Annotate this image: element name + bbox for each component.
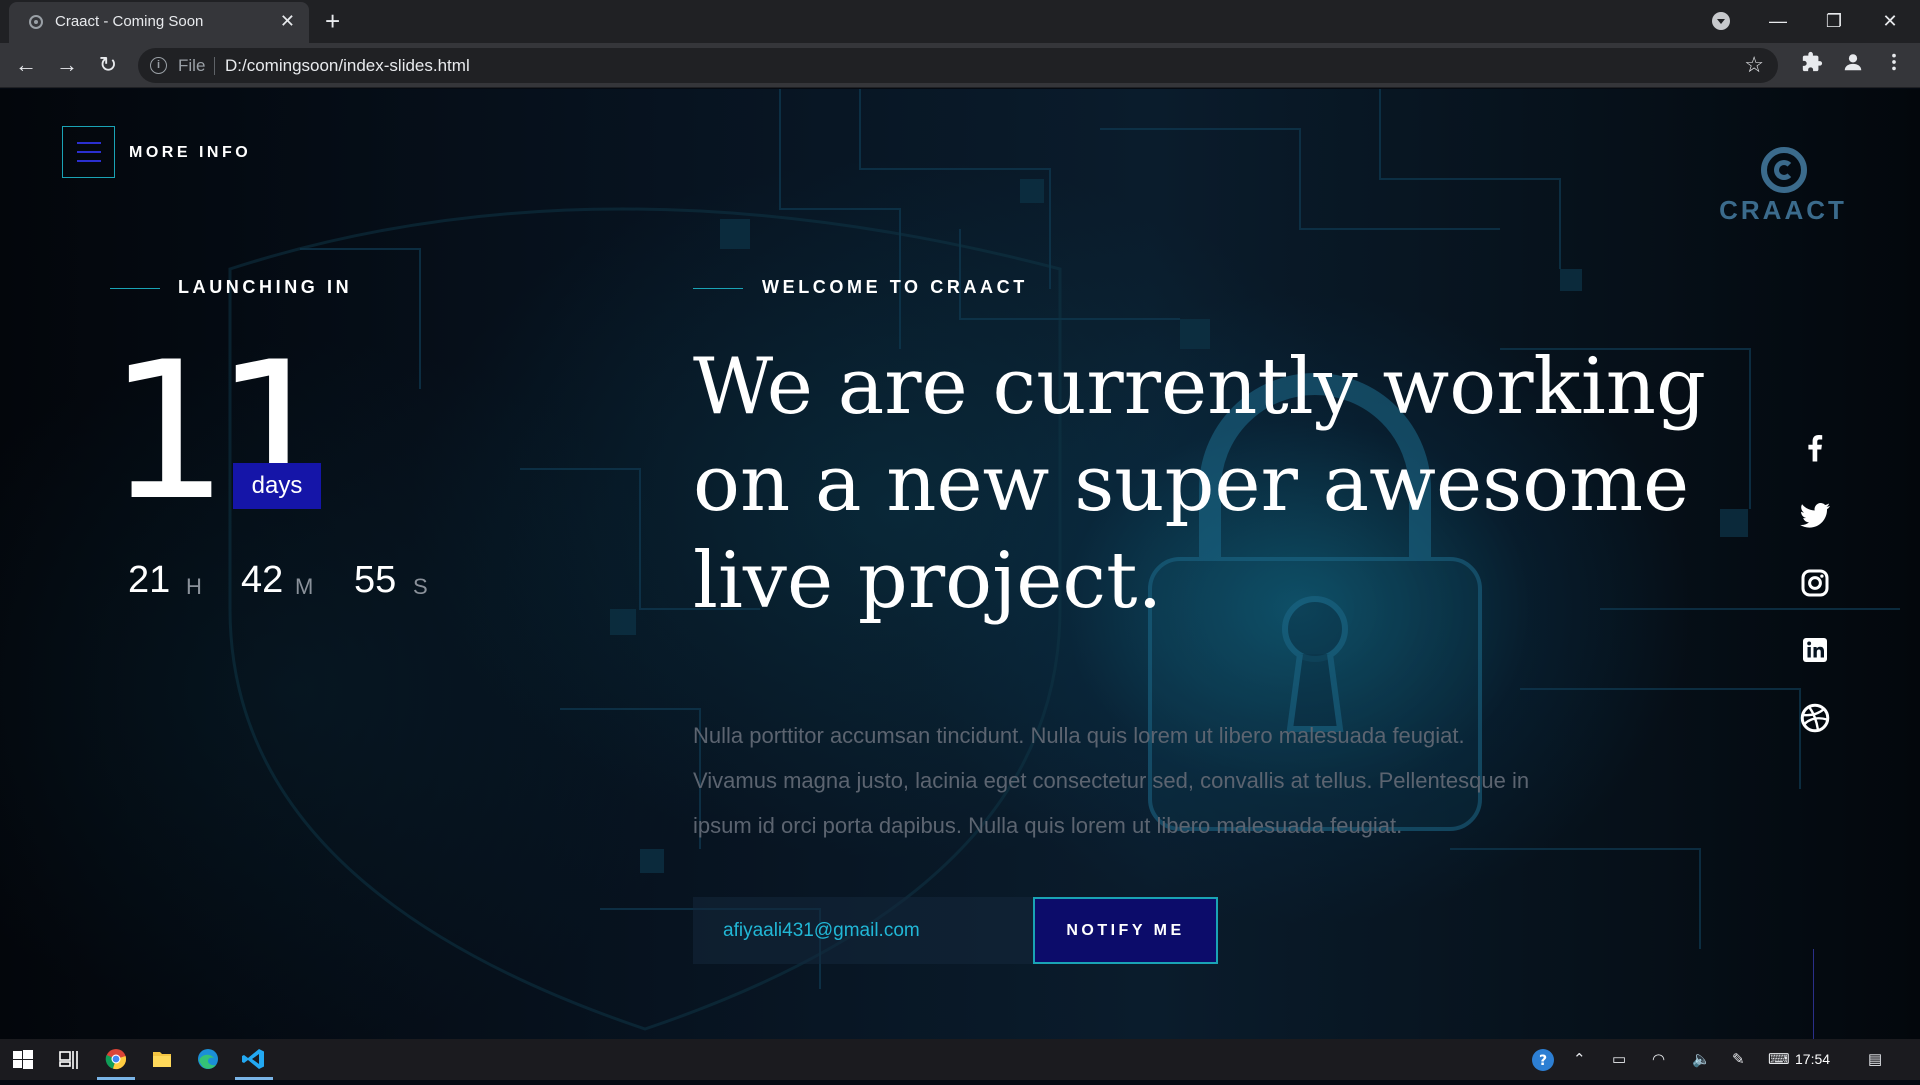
- help-icon[interactable]: ?: [1530, 1047, 1556, 1077]
- headline-line: We are currently working: [693, 342, 1706, 432]
- bookmark-star-icon[interactable]: ☆: [1744, 52, 1764, 78]
- headline-line: live project.: [693, 536, 1163, 626]
- launching-in-label: LAUNCHING IN: [178, 277, 353, 297]
- svg-text:?: ?: [1539, 1053, 1547, 1069]
- craact-logo[interactable]: CRAACT: [1718, 147, 1848, 227]
- description-line: Vivamus magna justo, lacinia eget consec…: [693, 768, 1530, 793]
- countdown-minutes-value: 42: [241, 559, 284, 601]
- countdown-days-badge: days: [233, 463, 321, 509]
- countdown-seconds-value: 55: [354, 559, 397, 601]
- countdown-seconds-unit: S: [413, 574, 428, 599]
- file-explorer-icon[interactable]: [139, 1039, 185, 1080]
- tab-search-icon[interactable]: [1712, 12, 1730, 30]
- chrome-taskbar-icon[interactable]: [93, 1039, 139, 1080]
- eyebrow-line: [110, 288, 160, 289]
- email-input[interactable]: [693, 897, 1033, 964]
- eyebrow-line: [693, 288, 743, 289]
- browser-menu-icon[interactable]: [1880, 51, 1908, 79]
- scroll-indicator-line: [1813, 949, 1814, 1039]
- edge-browser-icon[interactable]: [185, 1039, 231, 1080]
- task-view-icon[interactable]: [46, 1039, 92, 1080]
- site-favicon-icon: [29, 15, 43, 29]
- instagram-icon[interactable]: [1797, 565, 1833, 601]
- site-info-icon[interactable]: i: [150, 57, 167, 74]
- url-scheme: File: [178, 56, 206, 75]
- vscode-taskbar-icon[interactable]: [231, 1039, 277, 1080]
- battery-icon[interactable]: ▭: [1612, 1050, 1626, 1068]
- more-info-label[interactable]: MORE INFO: [129, 144, 251, 162]
- volume-muted-icon[interactable]: 🔈: [1692, 1050, 1711, 1068]
- description-line: ipsum id orci porta dapibus. Nulla quis …: [693, 813, 1403, 838]
- hero-description: Nulla porttitor accumsan tincidunt. Null…: [693, 713, 1653, 848]
- forward-button[interactable]: →: [51, 49, 83, 81]
- windows-taskbar: ? ⌃ ▭ ◠ 🔈 ✎ ⌨ 17:54 ▤: [0, 1039, 1920, 1080]
- minimize-button[interactable]: —: [1758, 4, 1798, 38]
- coming-soon-page: MORE INFO CRAACT LAUNCHING IN 11 days 21…: [0, 89, 1920, 1039]
- profile-avatar-icon[interactable]: [1839, 51, 1867, 79]
- hero-headline: We are currently working on a new super …: [693, 339, 1753, 630]
- menu-toggle-button[interactable]: [62, 126, 115, 178]
- show-hidden-icons-chevron-icon[interactable]: ⌃: [1573, 1050, 1586, 1068]
- address-bar[interactable]: i File D:/comingsoon/index-slides.html ☆: [138, 48, 1778, 83]
- browser-tab[interactable]: Craact - Coming Soon ✕: [9, 2, 309, 43]
- back-button[interactable]: ←: [10, 49, 42, 81]
- dribbble-icon[interactable]: [1797, 700, 1833, 736]
- craact-logo-mark-icon: [1761, 147, 1807, 193]
- linkedin-icon[interactable]: [1797, 632, 1833, 668]
- welcome-label: WELCOME TO CRAACT: [762, 277, 1028, 297]
- browser-toolbar: ← → ↻ i File D:/comingsoon/index-slides.…: [0, 43, 1920, 88]
- tab-title: Craact - Coming Soon: [55, 13, 204, 30]
- url-divider: [214, 57, 215, 75]
- facebook-icon[interactable]: [1797, 430, 1833, 466]
- notify-me-button[interactable]: NOTIFY ME: [1033, 897, 1218, 964]
- headline-line: on a new super awesome: [693, 439, 1690, 529]
- reload-button[interactable]: ↻: [92, 49, 124, 81]
- restore-button[interactable]: ❐: [1814, 4, 1854, 38]
- logo-wordmark: CRAACT: [1719, 195, 1847, 225]
- close-window-button[interactable]: ✕: [1870, 4, 1910, 38]
- twitter-icon[interactable]: [1797, 497, 1833, 533]
- browser-tab-strip: Craact - Coming Soon ✕ + — ❐ ✕: [0, 0, 1920, 43]
- url-text[interactable]: D:/comingsoon/index-slides.html: [225, 56, 470, 76]
- countdown-hours-unit: H: [186, 574, 202, 599]
- extensions-puzzle-icon[interactable]: [1798, 51, 1826, 79]
- action-center-icon[interactable]: ▤: [1868, 1050, 1882, 1068]
- close-tab-icon[interactable]: ✕: [280, 11, 295, 31]
- new-tab-button[interactable]: +: [325, 6, 340, 36]
- description-line: Nulla porttitor accumsan tincidunt. Null…: [693, 723, 1465, 748]
- taskbar-clock[interactable]: 17:54: [1795, 1051, 1830, 1067]
- network-icon[interactable]: ◠: [1652, 1050, 1665, 1068]
- countdown-hours-value: 21: [128, 559, 171, 601]
- start-windows-icon[interactable]: [0, 1039, 46, 1080]
- countdown-minutes-unit: M: [295, 574, 314, 599]
- touch-keyboard-icon[interactable]: ⌨: [1768, 1050, 1790, 1068]
- pen-workspace-icon[interactable]: ✎: [1732, 1050, 1745, 1068]
